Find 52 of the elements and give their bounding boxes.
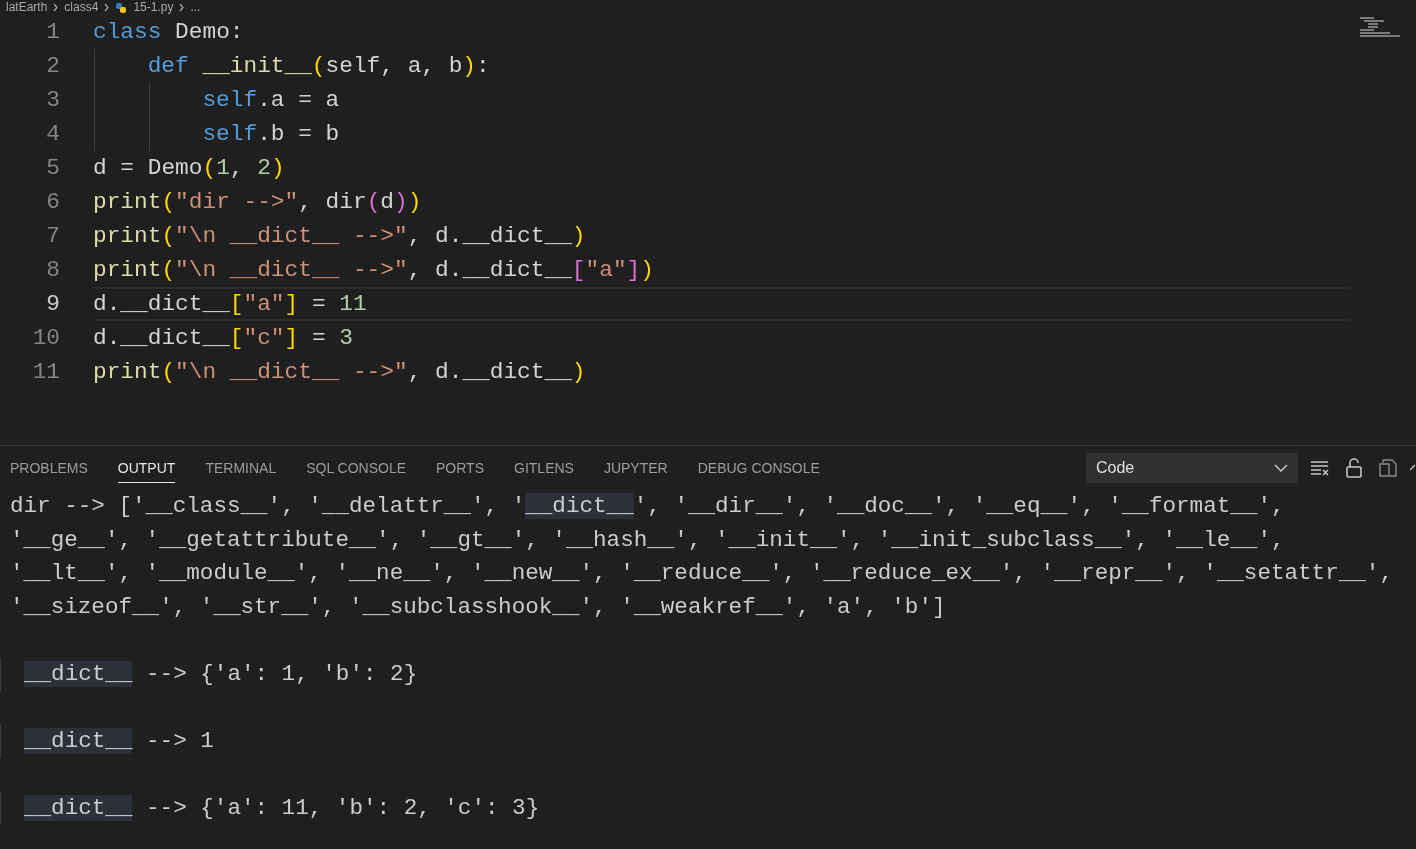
code-line: self.a = a: [202, 86, 341, 115]
code-line: print("\n __dict__ -->", d.__dict__): [93, 358, 587, 387]
document-icon: [1378, 458, 1398, 478]
panel-tab[interactable]: PROBLEMS: [10, 453, 88, 483]
line-number: 4: [45, 121, 60, 147]
output-line: '__lt__', '__module__', '__ne__', '__new__', '__reduce__', '__reduce_ex__', '__repr__', '__setattr__',: [10, 559, 1394, 588]
code-line: self.b = b: [202, 120, 341, 149]
line-number: 3: [45, 87, 60, 113]
output-channel-dropdown[interactable]: Code: [1086, 453, 1298, 483]
output-line: __dict__ --> {'a': 11, 'b': 2, 'c': 3}: [0, 791, 1416, 825]
line-number: 2: [45, 53, 60, 79]
breadcrumb-item[interactable]: class4: [64, 0, 99, 15]
copy-button[interactable]: [1376, 456, 1400, 480]
code-line: print("dir -->", dir(d)): [93, 188, 423, 217]
breadcrumb-item[interactable]: 15-1.py: [133, 0, 174, 15]
line-number: 6: [45, 189, 60, 215]
breadcrumb-item[interactable]: ...: [190, 0, 201, 15]
output-line: '__sizeof__', '__str__', '__subclasshook__', '__weakref__', 'a', 'b']: [10, 592, 947, 622]
chevron-right-icon: [179, 3, 185, 12]
panel-tab[interactable]: OUTPUT: [117, 453, 176, 483]
code-line: print("\n __dict__ -->", d.__dict__): [93, 222, 587, 251]
code-line: def __init__(self, a, b):: [147, 52, 491, 81]
panel-tab[interactable]: JUPYTER: [603, 453, 668, 483]
line-number: 8: [45, 257, 60, 283]
output-line: dir --> ['__class__', '__delattr__', '__dict__', '__dir__', '__doc__', '__eq__', '__format__',: [10, 492, 1286, 521]
line-number: 5: [45, 155, 60, 181]
line-number: 1: [45, 19, 60, 45]
output-line: __dict__ --> {'a': 1, 'b': 2}: [0, 657, 1416, 691]
line-number: 10: [31, 325, 60, 351]
panel-tab[interactable]: SQL CONSOLE: [306, 453, 407, 483]
code-line: d.__dict__["c"] = 3: [93, 324, 354, 353]
code-line: d = Demo(1, 2): [93, 154, 286, 183]
chevron-right-icon: [53, 3, 59, 12]
python-file-icon: [115, 1, 128, 14]
panel-tab[interactable]: PORTS: [436, 453, 484, 483]
line-number: 11: [31, 359, 60, 385]
panel-tab[interactable]: DEBUG CONSOLE: [697, 453, 820, 483]
code-line: class Demo:: [93, 18, 245, 47]
panel-tab[interactable]: GITLENS: [514, 453, 574, 483]
chevron-up-icon[interactable]: [1410, 463, 1416, 473]
code-line: d.__dict__["a"] = 11: [93, 287, 1350, 321]
chevron-down-icon: [1274, 463, 1288, 473]
output-line: __dict__ --> 1: [0, 724, 1416, 758]
breadcrumb-item[interactable]: latEarth: [6, 0, 48, 15]
code-line: print("\n __dict__ -->", d.__dict__["a"]): [93, 256, 655, 285]
lock-icon: [1345, 458, 1363, 478]
line-number: 9: [45, 291, 60, 317]
chevron-right-icon: [104, 3, 110, 12]
clear-list-icon: [1310, 460, 1330, 476]
panel-tab[interactable]: TERMINAL: [205, 453, 277, 483]
line-number: 7: [45, 223, 60, 249]
output-line: '__ge__', '__getattribute__', '__gt__', '__hash__', '__init__', '__init_subclass__', '__le__',: [10, 525, 1286, 555]
